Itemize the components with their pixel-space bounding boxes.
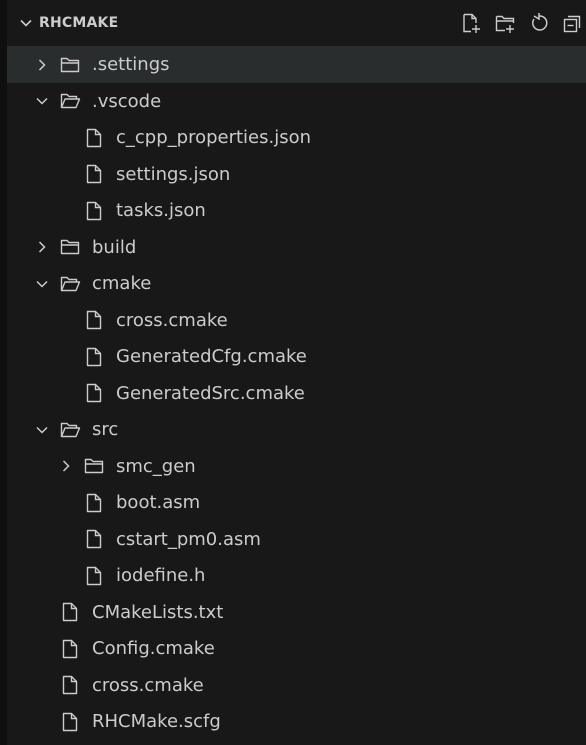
file-icon [83,492,105,514]
file-icon [59,638,81,660]
file-icon [83,528,105,550]
file-row[interactable]: RHCMake.scfg [7,703,586,740]
file-row[interactable]: boot.asm [7,484,586,521]
file-row[interactable]: Config.cmake [7,630,586,667]
chevron-right-icon[interactable] [34,239,50,255]
folder-row[interactable]: cmake [7,265,586,302]
file-row[interactable]: GeneratedSrc.cmake [7,375,586,412]
folder-row[interactable]: .settings [7,46,586,83]
file-icon [83,127,105,149]
chevron-down-icon[interactable] [34,276,50,292]
file-label: boot.asm [116,492,201,513]
folder-label: cmake [92,273,152,294]
file-icon [83,200,105,222]
file-label: Config.cmake [92,638,215,659]
file-label: CMakeLists.txt [92,601,224,623]
file-icon [59,711,81,733]
chevron-down-icon[interactable] [17,14,35,32]
new-folder-icon[interactable] [492,10,518,36]
section-title: RHCMAKE [39,15,119,31]
explorer-actions [458,10,586,36]
file-tree: .settings .vscode c_cpp_properties.jsonset… [7,46,586,740]
file-row[interactable]: CMakeLists.txt [7,594,586,631]
chevron-down-icon[interactable] [34,422,50,438]
file-label: GeneratedCfg.cmake [116,346,307,367]
folder-open-icon [59,273,81,295]
file-icon [83,382,105,404]
file-label: settings.json [116,163,231,185]
folder-icon [59,54,81,76]
file-icon [59,601,81,623]
file-icon [59,674,81,696]
file-icon [83,163,105,185]
file-row[interactable]: cross.cmake [7,667,586,704]
chevron-right-icon[interactable] [58,458,74,474]
file-icon [83,565,105,587]
file-row[interactable]: GeneratedCfg.cmake [7,338,586,375]
file-row[interactable]: settings.json [7,156,586,193]
folder-row[interactable]: build [7,229,586,266]
folder-open-icon [59,90,81,112]
file-row[interactable]: iodefine.h [7,557,586,594]
chevron-right-icon[interactable] [34,57,50,73]
file-label: cstart_pm0.asm [116,528,261,550]
file-icon [83,309,105,331]
folder-open-icon [59,419,81,441]
folder-icon [59,236,81,258]
explorer-panel: RHCMAKE .settings .vscode c_cpp_properti… [0,0,586,745]
file-row[interactable]: cross.cmake [7,302,586,339]
file-icon [83,346,105,368]
folder-label: .settings [92,54,170,75]
file-row[interactable]: cstart_pm0.asm [7,521,586,558]
chevron-down-icon[interactable] [34,93,50,109]
folder-label: smc_gen [116,455,196,477]
file-label: cross.cmake [116,309,228,331]
folder-label: .vscode [92,90,162,112]
file-label: GeneratedSrc.cmake [116,382,305,404]
new-file-icon[interactable] [458,10,484,36]
folder-row[interactable]: smc_gen [7,448,586,485]
file-label: c_cpp_properties.json [116,127,312,148]
folder-icon [83,455,105,477]
file-label: cross.cmake [92,674,204,696]
file-label: iodefine.h [116,565,206,586]
file-label: tasks.json [116,200,206,221]
refresh-icon[interactable] [526,10,552,36]
file-label: RHCMake.scfg [92,711,221,732]
folder-label: src [92,419,119,440]
folder-label: build [92,236,137,258]
file-row[interactable]: c_cpp_properties.json [7,119,586,156]
folder-row[interactable]: src [7,411,586,448]
file-row[interactable]: tasks.json [7,192,586,229]
collapse-all-icon[interactable] [560,10,586,36]
folder-row[interactable]: .vscode [7,83,586,120]
